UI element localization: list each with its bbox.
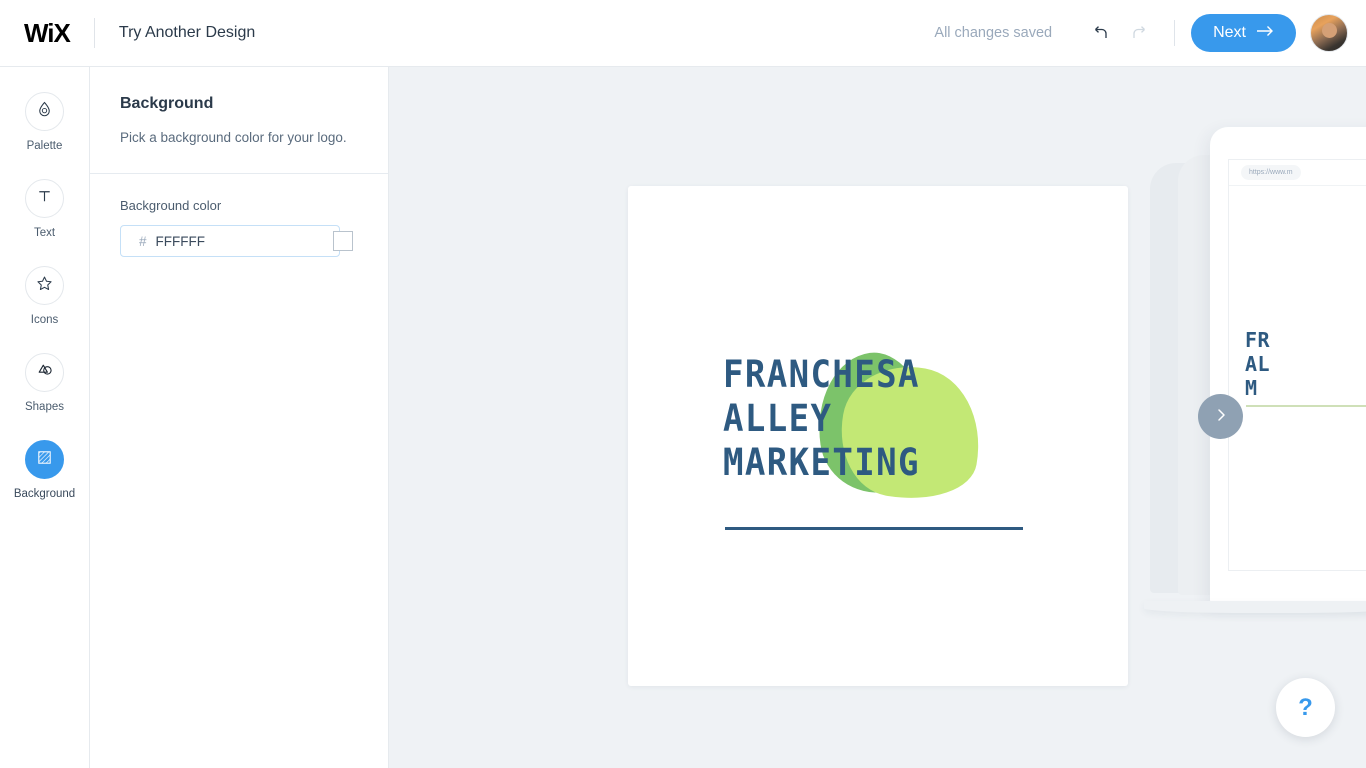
panel-header: Background Pick a background color for y… (90, 67, 388, 145)
header-divider (93, 18, 95, 48)
sidebar-item-label: Icons (30, 314, 59, 326)
droplet-icon (35, 100, 54, 124)
device-logo-line-2: AL (1245, 352, 1271, 376)
text-icon-wrap (25, 179, 64, 218)
tool-sidebar: Palette Text Icons Shapes Background (0, 67, 90, 768)
sidebar-item-label: Background (13, 488, 76, 500)
text-t-icon (35, 187, 54, 211)
redo-icon (1129, 22, 1149, 45)
background-color-field[interactable]: # (120, 225, 353, 257)
panel-body: Background color # (90, 174, 388, 257)
sidebar-item-label: Text (33, 227, 56, 239)
wix-logo[interactable]: WiX (24, 18, 71, 49)
panel-title: Background (120, 95, 214, 112)
background-color-label: Background color (120, 198, 222, 213)
page-title: Try Another Design (118, 24, 256, 41)
device-logo-line-3: M (1245, 376, 1258, 400)
sidebar-item-palette[interactable]: Palette (0, 92, 89, 152)
shapes-icon-wrap (25, 353, 64, 392)
logo-line-3: MARKETING (723, 440, 920, 484)
arrow-right-icon (1256, 24, 1274, 42)
background-panel: Background Pick a background color for y… (90, 67, 389, 768)
device-screen: https://www.m FR AL M (1228, 159, 1366, 571)
icons-icon-wrap (25, 266, 64, 305)
logo-inner: FRANCHESA ALLEY MARKETING (723, 345, 1033, 530)
sidebar-item-text[interactable]: Text (0, 179, 89, 239)
device-preview[interactable]: https://www.m FR AL M (1210, 127, 1366, 605)
sidebar-item-icons[interactable]: Icons (0, 266, 89, 326)
hatched-square-icon (35, 448, 54, 472)
background-icon-wrap (25, 440, 64, 479)
device-shelf (1144, 601, 1366, 613)
star-icon (35, 274, 54, 298)
question-mark-icon: ? (1298, 693, 1313, 721)
logo-preview-card[interactable]: FRANCHESA ALLEY MARKETING (628, 186, 1128, 686)
hash-symbol: # (139, 233, 147, 249)
sidebar-item-background[interactable]: Background (0, 440, 89, 500)
sidebar-item-label: Shapes (24, 401, 64, 413)
logo-underline (725, 526, 1023, 530)
device-logo-text: FR AL M (1245, 328, 1270, 400)
shapes-icon (35, 360, 55, 385)
help-button[interactable]: ? (1276, 678, 1335, 737)
palette-icon-wrap (25, 92, 64, 131)
next-preview-button[interactable] (1198, 394, 1243, 439)
logo-line-1: FRANCHESA (723, 352, 920, 396)
logo-text: FRANCHESA ALLEY MARKETING (723, 349, 1008, 485)
sidebar-item-shapes[interactable]: Shapes (0, 353, 89, 413)
undo-button[interactable] (1082, 14, 1120, 52)
hex-input[interactable] (155, 233, 333, 249)
logo-artwork: FRANCHESA ALLEY MARKETING (628, 186, 1128, 686)
sidebar-item-label: Palette (26, 140, 63, 152)
actions-divider (1174, 20, 1176, 46)
app-header: WiX Try Another Design All changes saved (0, 0, 1366, 67)
color-swatch-button[interactable] (332, 231, 353, 251)
save-status: All changes saved (934, 25, 1053, 41)
device-url-bar: https://www.m (1229, 160, 1366, 186)
logo-line-2: ALLEY (723, 396, 833, 440)
device-logo-underline (1246, 405, 1366, 407)
device-logo-line-1: FR (1245, 328, 1271, 352)
next-button-label: Next (1213, 24, 1246, 41)
redo-button[interactable] (1120, 14, 1158, 52)
avatar[interactable] (1310, 14, 1348, 52)
undo-icon (1091, 22, 1111, 45)
chevron-right-icon (1213, 407, 1229, 426)
next-button[interactable]: Next (1191, 14, 1296, 52)
device-url-text: https://www.m (1241, 165, 1301, 180)
panel-description: Pick a background color for your logo. (120, 130, 347, 145)
header-actions: All changes saved Next (934, 14, 1348, 52)
